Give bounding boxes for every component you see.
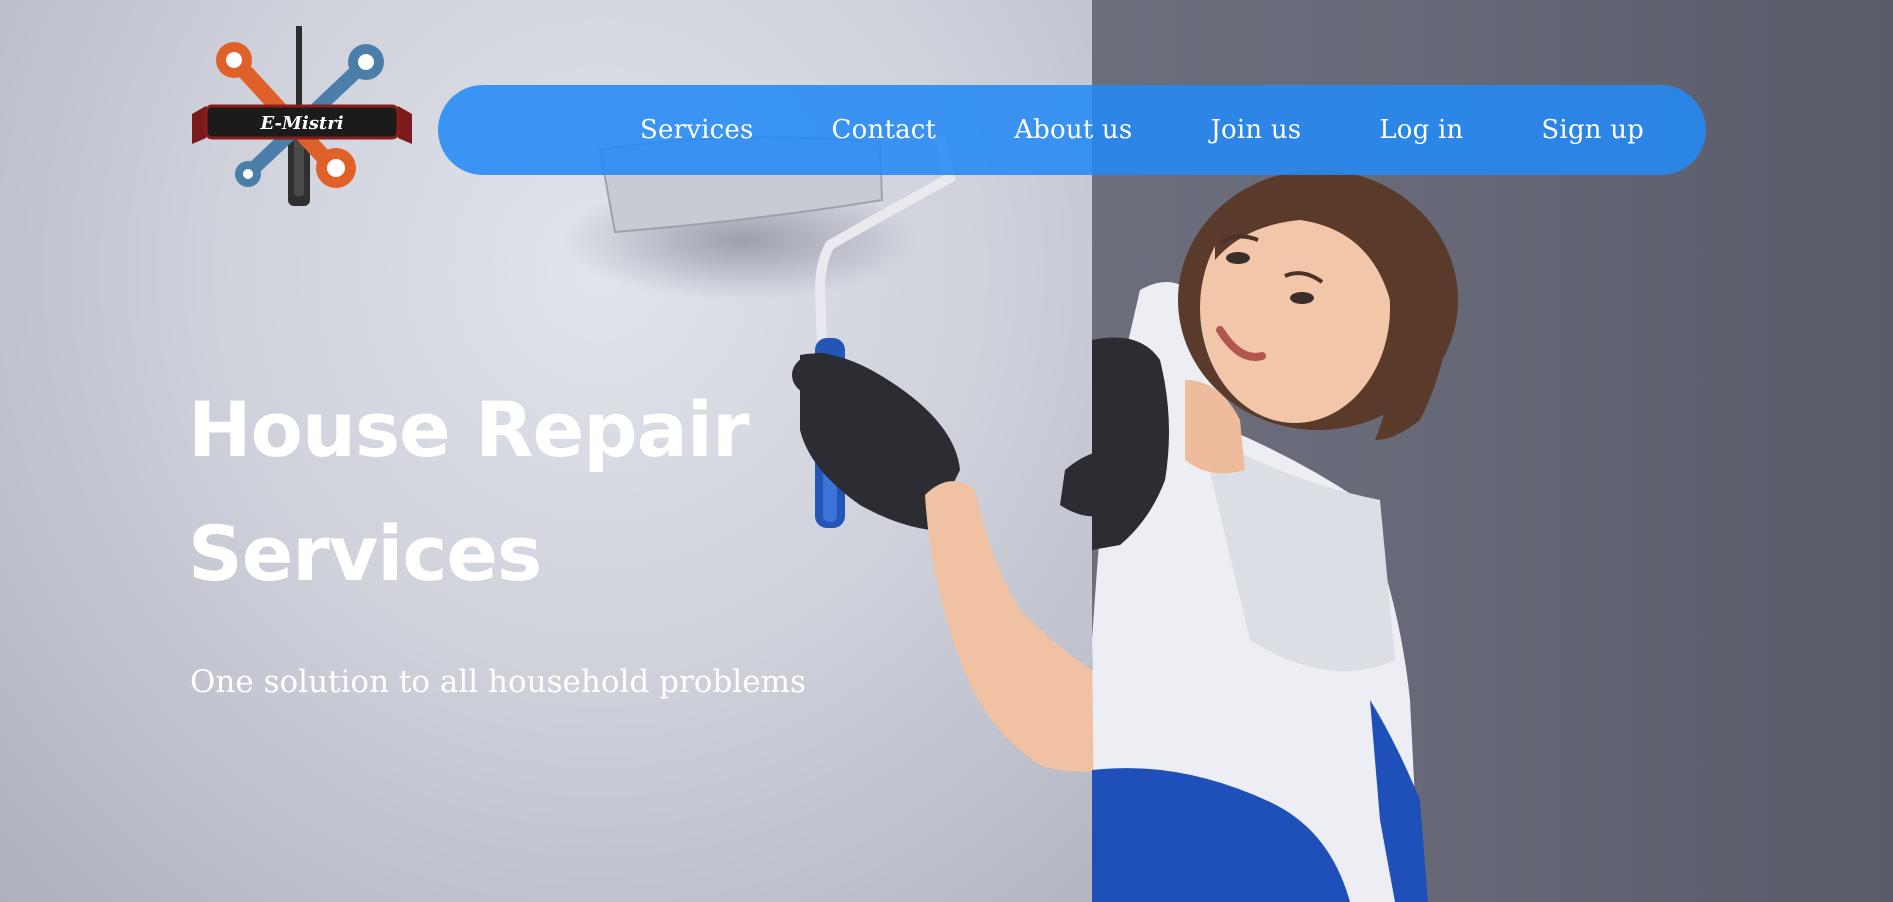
nav-contact[interactable]: Contact [832,115,937,145]
nav-join-us[interactable]: Join us [1210,115,1301,145]
e-mistri-logo[interactable]: E-Mistri [192,26,412,230]
main-navbar: Services Contact About us Join us Log in… [438,85,1706,175]
hero-title: House Repair Services [188,368,888,616]
hero-title-line-1: House Repair [188,385,749,474]
hero-subtitle: One solution to all household problems [190,664,806,700]
nav-sign-up[interactable]: Sign up [1541,115,1644,145]
nav-services[interactable]: Services [640,115,754,145]
hero-title-line-2: Services [188,509,542,598]
nav-log-in[interactable]: Log in [1379,115,1463,145]
nav-about-us[interactable]: About us [1014,115,1132,145]
logo-text: E-Mistri [259,113,343,134]
